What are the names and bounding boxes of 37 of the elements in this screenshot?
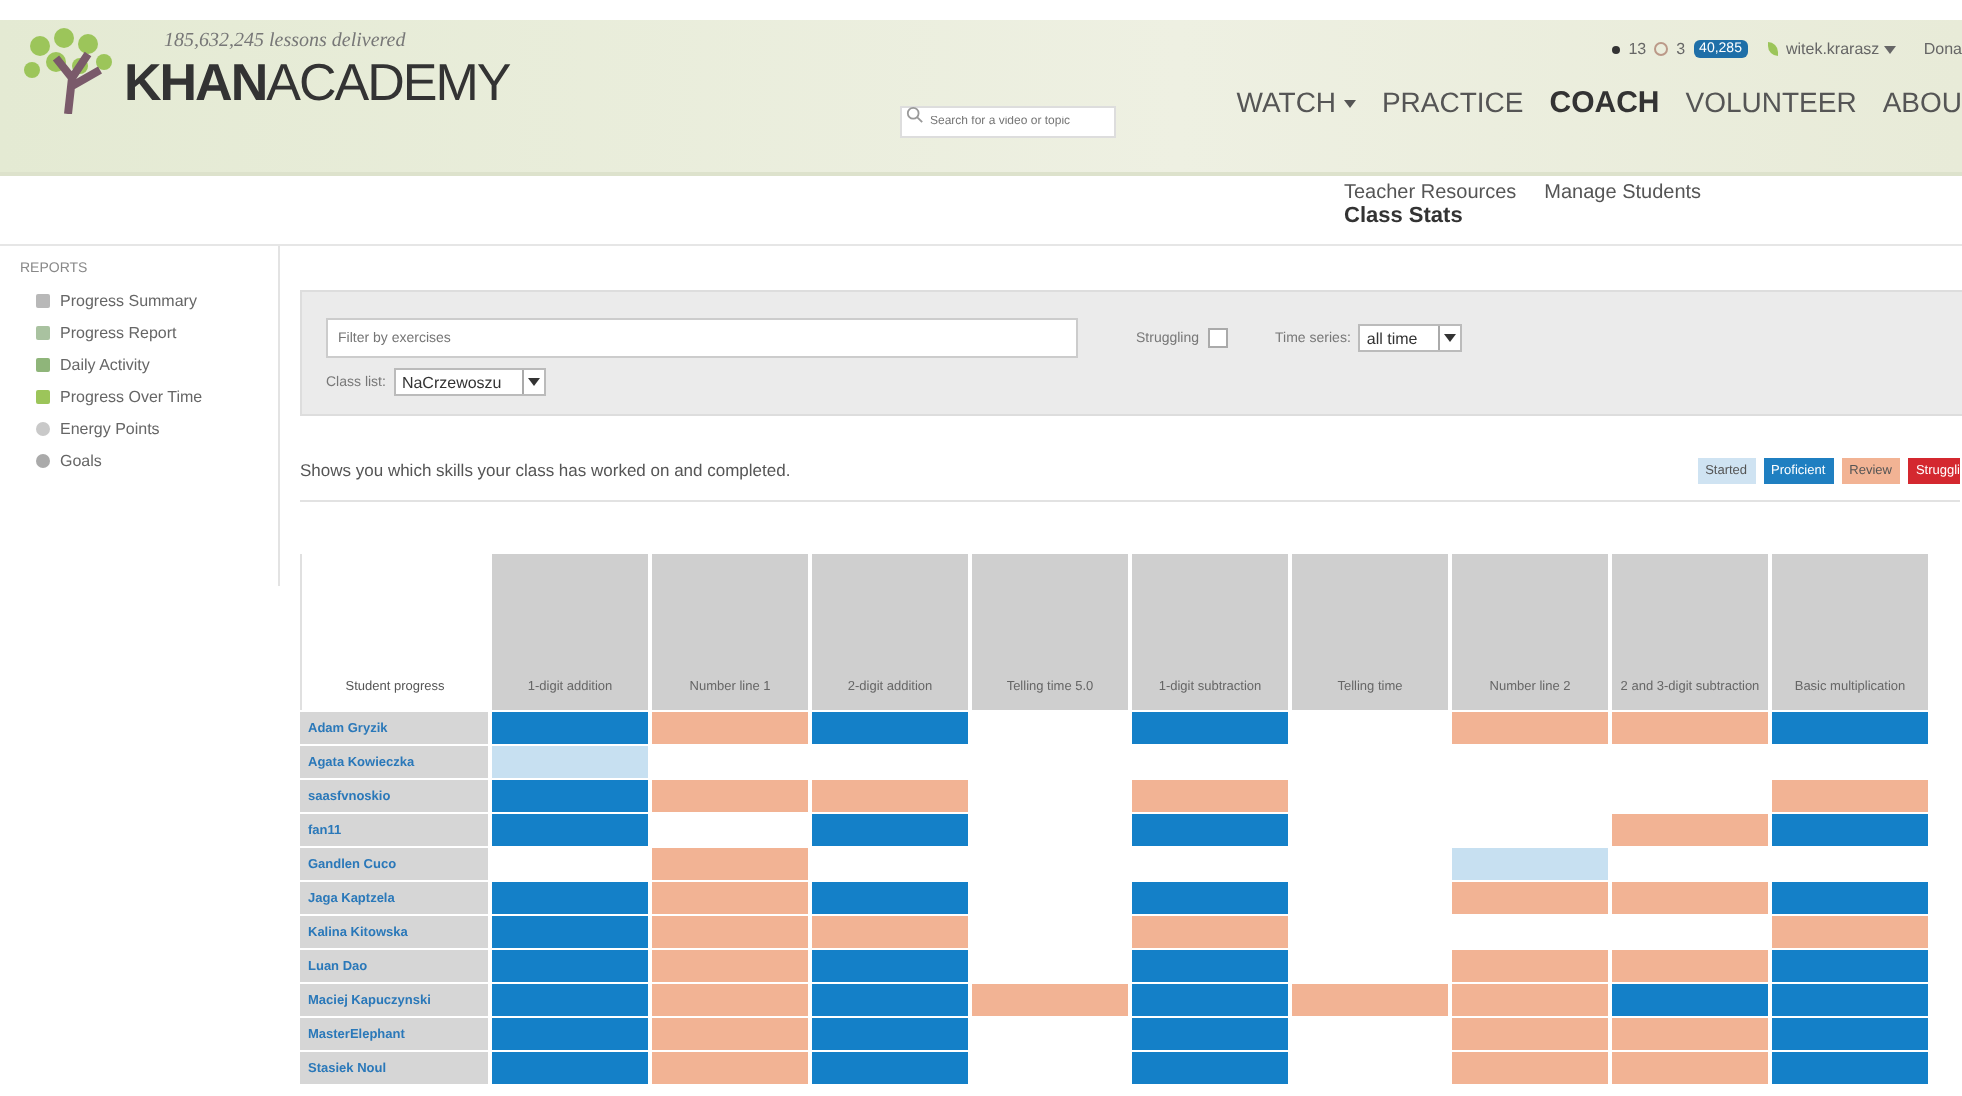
- user-menu[interactable]: witek.krarasz: [1785, 40, 1896, 58]
- nav-link[interactable]: COACH: [1549, 86, 1660, 120]
- leaf-icon: [1767, 42, 1778, 56]
- caret-icon: [1443, 334, 1456, 342]
- report-icon: [36, 421, 50, 435]
- description-text: Shows you which skills your class has worked on and completed.: [300, 460, 791, 480]
- report-icon: [36, 325, 50, 339]
- sidebar-link[interactable]: Energy Points: [60, 419, 160, 437]
- streak-count: 13: [1628, 40, 1647, 58]
- sidebar-link[interactable]: Progress Report: [60, 323, 177, 341]
- subnav-tab[interactable]: Class Stats: [1344, 204, 1463, 228]
- caret-icon: [1883, 45, 1896, 54]
- report-icon: [36, 357, 50, 371]
- nav-link[interactable]: VOLUNTEER: [1685, 86, 1857, 120]
- report-icon: [36, 453, 50, 467]
- report-icon: [36, 389, 50, 403]
- struggling-checkbox[interactable]: [1207, 328, 1228, 348]
- sidebar-link[interactable]: Progress Summary: [60, 291, 197, 309]
- nav-link[interactable]: WATCH: [1236, 86, 1356, 120]
- streak-icon: [1612, 45, 1621, 53]
- sidebar-link[interactable]: Daily Activity: [60, 355, 150, 373]
- time-series-select[interactable]: all time: [1358, 324, 1462, 352]
- sidebar-link[interactable]: Goals: [60, 451, 102, 469]
- lessons-counter: 185,632,245 lessons delivered: [164, 30, 408, 52]
- nav-link[interactable]: ABOU: [1882, 86, 1962, 120]
- nav-link[interactable]: PRACTICE: [1381, 86, 1524, 120]
- caret-icon: [527, 378, 540, 386]
- badge-count: 3: [1676, 40, 1686, 58]
- site-logo[interactable]: KHANACADEMY: [124, 52, 510, 114]
- report-icon: [36, 293, 50, 307]
- subnav-tab[interactable]: Teacher Resources: [1344, 182, 1517, 204]
- class-list-select[interactable]: NaCrzewoszu: [393, 368, 546, 396]
- sidebar-link[interactable]: Progress Over Time: [60, 387, 203, 405]
- subnav-tab[interactable]: Manage Students: [1544, 182, 1702, 204]
- search-icon: [906, 106, 924, 124]
- donate-link[interactable]: Dona: [1923, 40, 1962, 58]
- badge-icon: [1654, 42, 1669, 56]
